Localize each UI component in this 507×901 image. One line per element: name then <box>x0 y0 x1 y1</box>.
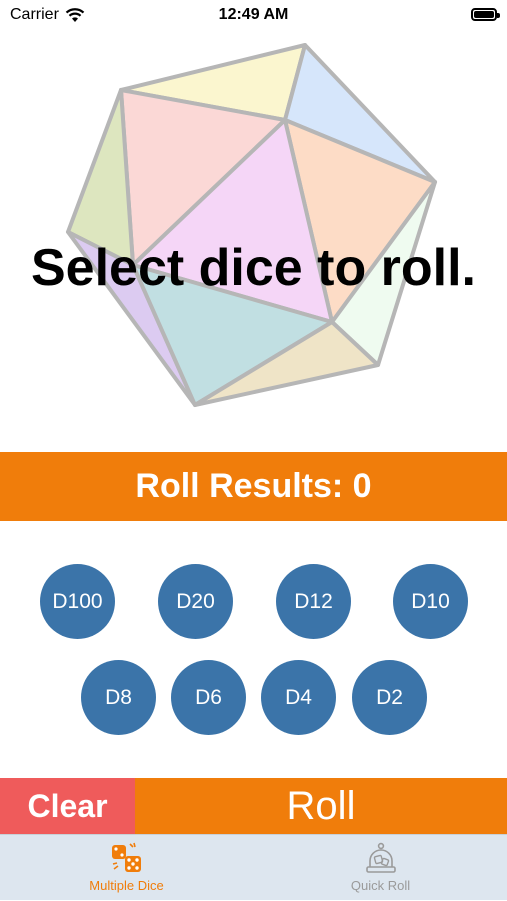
roll-button[interactable]: Roll <box>135 778 507 834</box>
tab-bar: Multiple Dice Quick Roll <box>0 834 507 900</box>
d10-button[interactable]: D10 <box>393 564 468 639</box>
dice-icon <box>111 842 141 872</box>
d20-button[interactable]: D20 <box>158 564 233 639</box>
status-bar: Carrier 12:49 AM <box>0 0 507 32</box>
tab-multiple-dice[interactable]: Multiple Dice <box>0 835 253 901</box>
action-bar: Clear Roll <box>0 778 507 834</box>
d100-button[interactable]: D100 <box>40 564 115 639</box>
dice-cup-icon <box>365 842 396 873</box>
d20-illustration <box>66 43 437 407</box>
d2-button[interactable]: D2 <box>352 660 427 735</box>
roll-results-label: Roll Results: 0 <box>135 467 372 505</box>
d8-button[interactable]: D8 <box>81 660 156 735</box>
status-time: 12:49 AM <box>218 6 289 23</box>
clear-button[interactable]: Clear <box>0 778 135 834</box>
roll-results-bar: Roll Results: 0 <box>0 452 507 521</box>
select-dice-prompt: Select dice to roll. <box>30 239 477 297</box>
tab-multiple-dice-label: Multiple Dice <box>89 878 164 893</box>
battery-icon <box>471 8 500 21</box>
tab-quick-roll-label: Quick Roll <box>350 878 411 893</box>
d4-button[interactable]: D4 <box>261 660 336 735</box>
d6-button[interactable]: D6 <box>171 660 246 735</box>
d12-button[interactable]: D12 <box>276 564 351 639</box>
tab-quick-roll[interactable]: Quick Roll <box>254 835 507 901</box>
